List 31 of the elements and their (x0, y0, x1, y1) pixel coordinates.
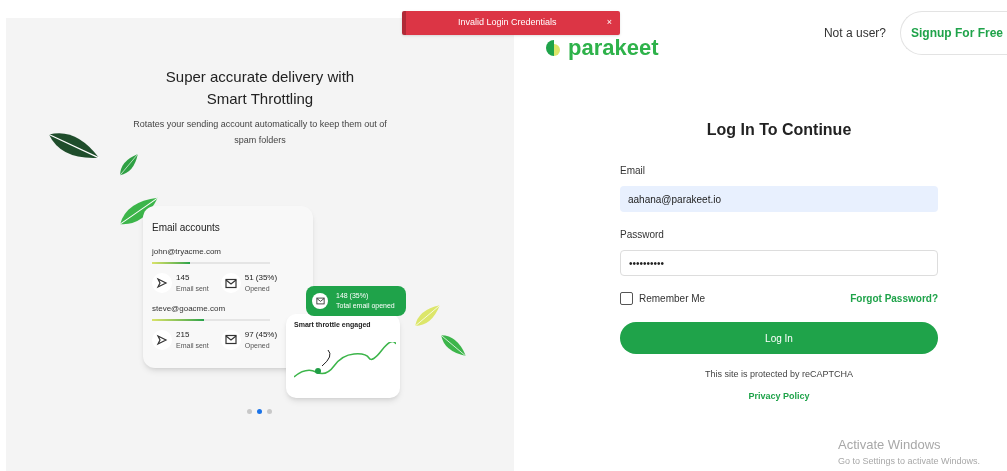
remember-checkbox[interactable] (620, 292, 633, 305)
remember-label: Remember Me (639, 292, 706, 306)
recaptcha-notice: This site is protected by reCAPTCHA (703, 368, 855, 381)
form-title: Log In To Continue (705, 120, 853, 140)
field-label: Email (620, 164, 646, 178)
stat-value: 145 (176, 272, 191, 284)
mail-icon (224, 277, 237, 289)
field-label: Password (620, 228, 665, 242)
send-icon (156, 277, 168, 290)
logo-text: parakeet (568, 36, 659, 60)
toast-message: Invalid Login Credentials (458, 16, 557, 30)
account-email: john@tryacme.com (152, 246, 223, 258)
promo-subtitle: Rotates your sending account automatically to keep them out of spam folders (132, 118, 388, 147)
login-button[interactable]: Log In (620, 322, 938, 354)
account-email: steve@goacme.com (152, 302, 227, 315)
stat-value: 51 (35%) (244, 272, 278, 284)
send-icon (156, 333, 168, 346)
promo-title: Super accurate delivery with Smart Throttling (164, 67, 356, 109)
stat-value: 97 (45%) (244, 328, 278, 341)
mail-icon (224, 334, 237, 346)
stat-value: 215 (176, 328, 191, 341)
forgot-password-link[interactable]: Forgot Password? (850, 291, 938, 306)
password-field[interactable]: •••••••••• (620, 250, 938, 276)
activation-title: Activate Windows (838, 436, 942, 454)
activation-text: Go to Settings to activate Windows. (838, 454, 981, 468)
privacy-policy-link[interactable]: Privacy Policy (748, 389, 810, 403)
mail-icon (315, 297, 325, 305)
email-field[interactable]: aahana@parakeet.io (620, 186, 938, 212)
close-button[interactable]: × (606, 16, 612, 30)
prompt-text: Not a user? (823, 25, 886, 42)
card-title: Email accounts (152, 222, 220, 233)
